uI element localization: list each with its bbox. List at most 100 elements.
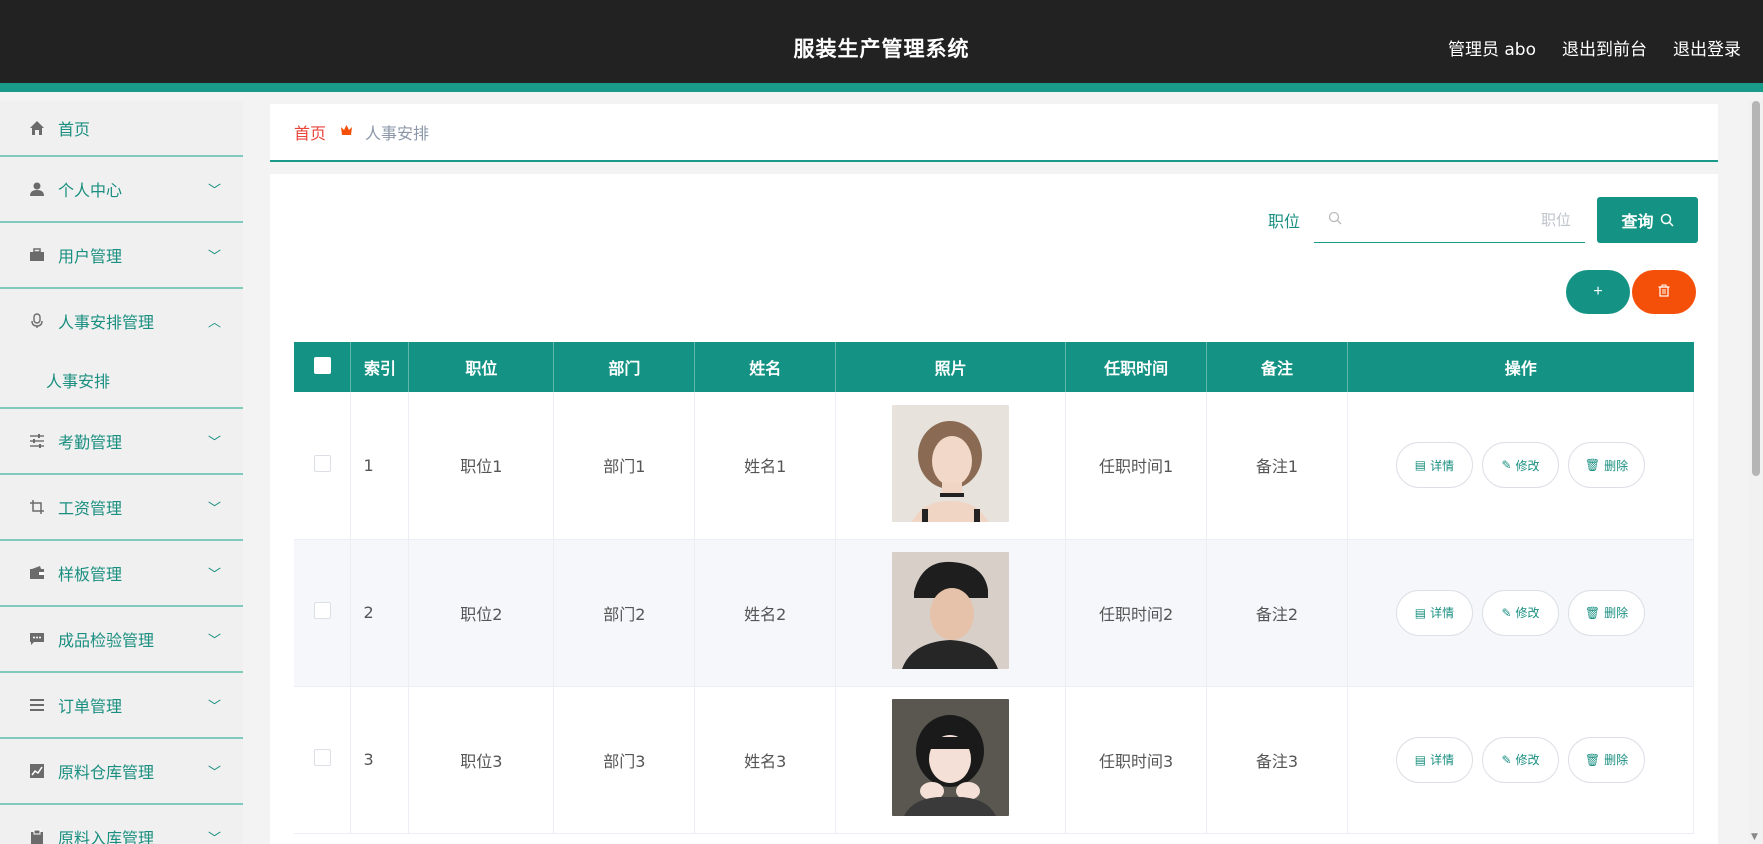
column-header[interactable]: 职位 (408, 342, 555, 392)
edit-button[interactable]: ✎ 修改 (1481, 736, 1559, 783)
edit-button[interactable]: ✎ 修改 (1481, 589, 1559, 636)
cell-actions: ▤ 详情 ✎ 修改 🗑 删除 (1347, 392, 1695, 540)
column-header[interactable]: 备注 (1206, 342, 1348, 392)
pencil-icon: ✎ (1501, 605, 1512, 620)
sidebar-subitem-hr-arrangement[interactable]: 人事安排 (0, 353, 243, 409)
chevron-down-icon: ﹀ (207, 699, 221, 715)
batch-delete-button[interactable] (1632, 270, 1696, 314)
sidebar-item-inspection[interactable]: 成品检验管理 ﹀ (0, 607, 243, 673)
cell-dept: 部门1 (553, 392, 696, 540)
sidebar-item-salary[interactable]: 工资管理 ﹀ (0, 475, 243, 541)
edit-label: 修改 (1515, 458, 1540, 473)
cell-note: 备注3 (1206, 686, 1348, 834)
search-icon (1328, 211, 1342, 229)
select-all-checkbox[interactable] (313, 356, 331, 374)
logout-link[interactable]: 退出登录 (1673, 35, 1741, 60)
sidebar-item-raw-warehouse[interactable]: 原料仓库管理 ﹀ (0, 739, 243, 805)
chevron-down-icon: ﹀ (207, 435, 221, 451)
document-icon: ▤ (1414, 605, 1427, 620)
search-label: 职位 (1267, 212, 1300, 231)
sidebar-item-label: 人事安排 (46, 372, 111, 391)
detail-button[interactable]: ▤ 详情 (1395, 736, 1473, 783)
cell-time: 任职时间2 (1065, 539, 1208, 687)
sidebar-item-users[interactable]: 用户管理 ﹀ (0, 223, 243, 289)
sidebar-item-label: 原料入库管理 (58, 829, 155, 844)
sidebar-item-hr-management[interactable]: 人事安排管理 ︿ (0, 289, 243, 353)
breadcrumb: 首页 人事安排 (270, 104, 1718, 162)
search-field[interactable] (1314, 197, 1585, 243)
cell-actions: ▤ 详情 ✎ 修改 🗑 删除 (1347, 686, 1695, 834)
breadcrumb-home[interactable]: 首页 (294, 120, 326, 144)
microphone-icon (28, 312, 46, 330)
sidebar-item-label: 人事安排管理 (58, 313, 155, 332)
delete-label: 删除 (1604, 753, 1629, 767)
scrollbar-thumb[interactable] (1752, 101, 1760, 476)
cell-name: 姓名2 (694, 539, 837, 687)
sidebar-item-home[interactable]: 首页 (0, 101, 243, 157)
cell-index: 3 (350, 686, 410, 834)
edit-label: 修改 (1515, 606, 1540, 620)
cell-index: 1 (350, 392, 410, 540)
chevron-down-icon: ﹀ (207, 765, 221, 781)
detail-button[interactable]: ▤ 详情 (1395, 589, 1473, 636)
column-header[interactable]: 索引 (350, 342, 410, 392)
message-icon (28, 630, 46, 648)
row-checkbox[interactable] (313, 602, 331, 619)
chart-icon (28, 762, 46, 780)
breadcrumb-current: 人事安排 (365, 124, 430, 143)
cell-photo (835, 686, 1067, 834)
query-button[interactable]: 查询 (1597, 197, 1698, 243)
row-checkbox[interactable] (313, 749, 331, 766)
cell-position: 职位1 (408, 392, 555, 540)
cell-note: 备注2 (1206, 539, 1348, 687)
search-bar: 职位 查询 (1268, 197, 1698, 243)
page-scrollbar[interactable]: ▼ (1749, 101, 1763, 844)
column-header: 照片 (835, 342, 1067, 392)
delete-label: 删除 (1604, 606, 1629, 620)
sidebar-item-profile[interactable]: 个人中心 ﹀ (0, 157, 243, 223)
cell-dept: 部门2 (553, 539, 696, 687)
row-checkbox[interactable] (313, 454, 331, 472)
edit-button[interactable]: ✎ 修改 (1481, 442, 1559, 489)
pencil-icon: ✎ (1501, 458, 1512, 473)
chevron-down-icon: ﹀ (207, 831, 221, 844)
detail-button[interactable]: ▤ 详情 (1395, 442, 1473, 489)
add-button[interactable]: + (1566, 270, 1630, 314)
current-user: 管理员 abo (1447, 40, 1536, 60)
select-all-cell (294, 342, 352, 392)
cell-name: 姓名1 (694, 392, 837, 540)
sidebar-item-label: 订单管理 (58, 697, 123, 716)
home-icon (28, 119, 46, 137)
column-header[interactable]: 部门 (553, 342, 696, 392)
delete-button[interactable]: 🗑 删除 (1567, 442, 1645, 489)
sidebar-item-attendance[interactable]: 考勤管理 ﹀ (0, 409, 243, 475)
sidebar-item-label: 成品检验管理 (58, 631, 155, 650)
back-to-front-link[interactable]: 退出到前台 (1562, 35, 1647, 60)
chevron-down-icon: ﹀ (207, 633, 221, 649)
employee-photo[interactable] (892, 552, 1010, 669)
delete-button[interactable]: 🗑 删除 (1567, 736, 1645, 783)
cell-position: 职位3 (408, 686, 555, 834)
trash-icon: 🗑 (1584, 605, 1601, 620)
scroll-down-arrow-icon[interactable]: ▼ (1751, 832, 1758, 842)
sidebar-item-label: 个人中心 (58, 181, 123, 200)
column-header[interactable]: 姓名 (694, 342, 837, 392)
search-input[interactable] (1371, 210, 1571, 229)
delete-button[interactable]: 🗑 删除 (1567, 589, 1645, 636)
sidebar-item-orders[interactable]: 订单管理 ﹀ (0, 673, 243, 739)
sidebar-item-samples[interactable]: 样板管理 ﹀ (0, 541, 243, 607)
detail-label: 详情 (1430, 753, 1455, 767)
sidebar: 首页 个人中心 ﹀ 用户管理 ﹀ 人事安排管理 ︿ 人事安排 考勤管理 ﹀ 工资… (0, 101, 243, 844)
edit-label: 修改 (1515, 753, 1540, 767)
sidebar-item-raw-inbound[interactable]: 原料入库管理 ﹀ (0, 805, 243, 844)
table-row: 1 职位1 部门1 姓名1 任职时间1 备注1 ▤ 详情 ✎ 修改 🗑 删除 (294, 392, 1695, 540)
sidebar-item-label: 原料仓库管理 (58, 763, 155, 782)
chevron-down-icon: ﹀ (207, 501, 221, 517)
employee-photo[interactable] (892, 699, 1010, 816)
cell-actions: ▤ 详情 ✎ 修改 🗑 删除 (1347, 539, 1695, 687)
pencil-icon: ✎ (1501, 752, 1512, 767)
row-select-cell (294, 392, 352, 540)
column-header[interactable]: 任职时间 (1065, 342, 1208, 392)
table-row: 2 职位2 部门2 姓名2 任职时间2 备注2 ▤ 详情 ✎ 修改 🗑 删除 (294, 539, 1695, 687)
employee-photo[interactable] (892, 404, 1010, 522)
